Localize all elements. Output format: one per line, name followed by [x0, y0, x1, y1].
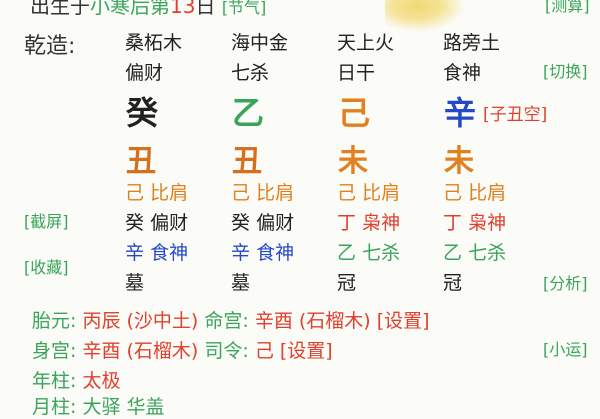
- nayin-month: 海中金: [231, 32, 289, 54]
- shishen-day: 日干: [337, 62, 376, 84]
- info-row-shengong: 身宫: 辛酉 (石榴木) 司令: 己 [设置]: [32, 336, 333, 363]
- hidden-year-1: 己 比肩: [125, 182, 189, 204]
- info-row-nianzhu: 年柱: 太极: [32, 366, 120, 393]
- cesuan-button[interactable]: [测算]: [545, 0, 590, 16]
- nayin-hour: 路旁土: [443, 32, 501, 54]
- state-day: 冠: [337, 272, 357, 294]
- minggong-value: 辛酉 (石榴木): [254, 310, 371, 332]
- gan-hour: 辛: [444, 94, 477, 132]
- gan-month: 乙: [232, 94, 265, 132]
- screenshot-button[interactable]: [截屏]: [24, 208, 69, 232]
- day-number: 13: [170, 0, 196, 18]
- zhi-year: 丑: [126, 144, 156, 179]
- nianzhu-label: 年柱:: [32, 370, 77, 392]
- gan-year: 癸: [126, 94, 159, 132]
- gan-day: 己: [338, 94, 371, 132]
- kongwang-label: [子丑空]: [483, 105, 548, 125]
- taiyuan-label: 胎元:: [32, 310, 77, 332]
- chart-label: 乾造:: [24, 34, 76, 59]
- set-button-2[interactable]: [设置]: [280, 340, 333, 362]
- xiaoyun-button[interactable]: [小运]: [543, 336, 588, 360]
- hidden-hour-2: 丁 枭神: [443, 212, 507, 234]
- info-row-taiyuan: 胎元: 丙辰 (沙中土) 命宫: 辛酉 (石榴木) [设置]: [32, 306, 430, 333]
- minggong-label: 命宫:: [204, 310, 249, 332]
- zhi-day: 未: [338, 144, 368, 179]
- nayin-year: 桑柘木: [125, 32, 183, 54]
- state-year: 墓: [125, 272, 145, 294]
- hidden-day-2: 丁 枭神: [337, 212, 401, 234]
- switch-button[interactable]: [切换]: [543, 58, 588, 82]
- nianzhu-value: 太极: [82, 370, 121, 392]
- shengong-value: 辛酉 (石榴木): [82, 340, 199, 362]
- hidden-hour-1: 己 比肩: [443, 182, 507, 204]
- shishen-hour: 食神: [443, 62, 482, 84]
- state-month: 墓: [231, 272, 251, 294]
- hidden-month-3: 辛 食神: [231, 242, 295, 264]
- hidden-hour-3: 乙 七杀: [443, 242, 507, 264]
- zhi-hour: 未: [444, 144, 474, 179]
- info-row-partial: 月柱: 大驿 华盖: [32, 392, 164, 419]
- hidden-month-1: 己 比肩: [231, 182, 295, 204]
- zhi-month: 丑: [232, 144, 262, 179]
- partial-bottom-text: 月柱: 大驿 华盖: [32, 396, 165, 418]
- hidden-month-2: 癸 偏财: [231, 212, 295, 234]
- favorite-button[interactable]: [收藏]: [24, 254, 69, 278]
- birth-text: 出生于: [30, 0, 90, 18]
- hidden-day-1: 己 比肩: [337, 182, 401, 204]
- set-button-1[interactable]: [设置]: [377, 310, 430, 332]
- taiyuan-value: 丙辰 (沙中土): [82, 310, 199, 332]
- state-hour: 冠: [443, 272, 463, 294]
- shishen-month: 七杀: [231, 62, 270, 84]
- jieqi-button[interactable]: [节气]: [222, 0, 267, 17]
- shengong-label: 身宫:: [32, 340, 77, 362]
- shishen-year: 偏财: [125, 62, 164, 84]
- analyze-button[interactable]: [分析]: [543, 270, 588, 294]
- siling-value: 己: [254, 340, 274, 362]
- siling-label: 司令:: [204, 340, 249, 362]
- day-unit: 日: [195, 0, 216, 18]
- header-partial: 出生于小寒后第13日 [节气]: [30, 0, 266, 19]
- hidden-day-3: 乙 七杀: [337, 242, 401, 264]
- nayin-day: 天上火: [337, 32, 395, 54]
- jieqi-text: 小寒后第: [90, 0, 170, 18]
- hidden-year-3: 辛 食神: [125, 242, 189, 264]
- hidden-year-2: 癸 偏财: [125, 212, 189, 234]
